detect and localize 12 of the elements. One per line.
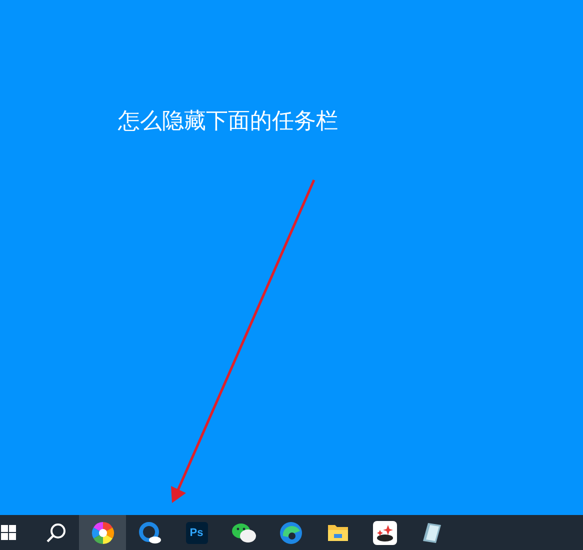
windows-icon <box>1 525 16 540</box>
ps-icon: Ps <box>186 522 208 544</box>
search-icon <box>44 522 66 544</box>
question-text: 怎么隐藏下面的任务栏 <box>118 108 338 136</box>
sparkle-icon <box>372 520 396 544</box>
browser-icon <box>278 520 302 544</box>
pinwheel-icon <box>90 520 114 544</box>
taskbar-button[interactable] <box>79 515 126 550</box>
chat-icon <box>230 522 256 544</box>
taskbar-button[interactable]: Ps <box>173 515 220 550</box>
notepad-icon <box>420 520 442 544</box>
folder-icon <box>326 522 348 542</box>
